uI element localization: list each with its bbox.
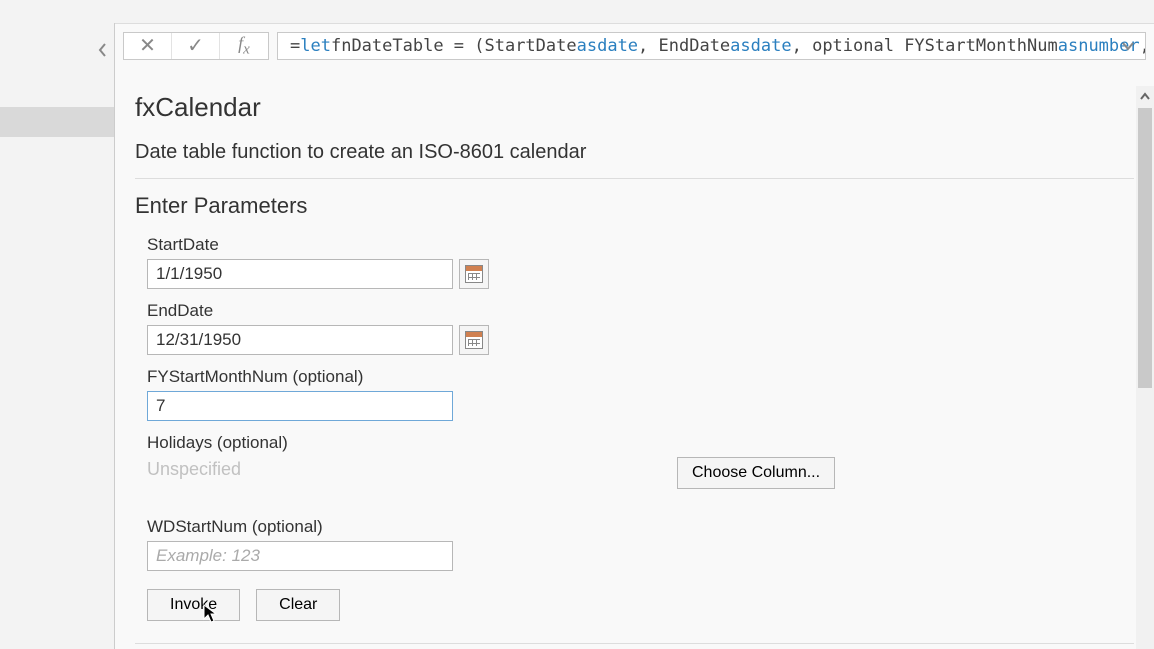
commit-formula-button[interactable]: ✓ xyxy=(172,33,220,59)
collapse-sidebar-button[interactable] xyxy=(93,40,113,60)
formula-text: fnDateTable = (StartDate xyxy=(331,36,577,56)
scroll-up-button[interactable] xyxy=(1136,86,1154,106)
param-label: StartDate xyxy=(147,235,1134,255)
top-spacer xyxy=(0,0,1154,23)
param-label: FYStartMonthNum (optional) xyxy=(147,367,1134,387)
param-holidays: Holidays (optional) Unspecified Choose C… xyxy=(147,433,1134,489)
formula-input[interactable]: = let fnDateTable = (StartDate as date ,… xyxy=(277,32,1146,60)
formula-kw: let xyxy=(300,36,331,56)
formula-kw: as xyxy=(577,36,597,56)
param-wdstart: WDStartNum (optional) xyxy=(147,517,1134,571)
param-label: WDStartNum (optional) xyxy=(147,517,1134,537)
formula-type: date xyxy=(597,36,638,56)
close-icon: ✕ xyxy=(139,33,156,58)
formula-text: , optional FYStartMonthNum xyxy=(792,36,1058,56)
formula-kw: as xyxy=(1058,36,1078,56)
cancel-formula-button[interactable]: ✕ xyxy=(124,33,172,59)
content: fxCalendar Date table function to create… xyxy=(115,84,1154,649)
param-startdate: StartDate xyxy=(147,235,1134,289)
formula-text: = xyxy=(290,36,300,56)
wdstart-input[interactable] xyxy=(147,541,453,571)
calendar-icon xyxy=(465,331,483,349)
startdate-input[interactable] xyxy=(147,259,453,289)
invoke-button[interactable]: Invoke xyxy=(147,589,240,621)
content-scroll: fxCalendar Date table function to create… xyxy=(115,84,1154,649)
formula-type: date xyxy=(751,36,792,56)
fystart-input[interactable] xyxy=(147,391,453,421)
param-fystart: FYStartMonthNum (optional) xyxy=(147,367,1134,421)
param-label: EndDate xyxy=(147,301,1134,321)
main-area: ✕ ✓ fx = let fnDateTable = (StartDate as… xyxy=(115,23,1154,649)
chevron-up-icon xyxy=(1139,91,1151,101)
calendar-icon xyxy=(465,265,483,283)
selected-query-row[interactable] xyxy=(0,107,114,137)
section-heading: Enter Parameters xyxy=(135,193,1134,219)
scroll-thumb[interactable] xyxy=(1138,108,1152,388)
expand-formula-button[interactable] xyxy=(1115,33,1141,59)
fx-button[interactable]: fx xyxy=(220,33,268,59)
formula-text: , EndDate xyxy=(638,36,730,56)
bottom-divider xyxy=(135,643,1134,644)
clear-button[interactable]: Clear xyxy=(256,589,340,621)
holidays-unspecified: Unspecified xyxy=(147,459,677,480)
action-row: Invoke Clear xyxy=(147,589,1134,621)
enddate-picker-button[interactable] xyxy=(459,325,489,355)
formula-kw: as xyxy=(730,36,750,56)
function-title: fxCalendar xyxy=(135,92,1134,123)
enddate-input[interactable] xyxy=(147,325,453,355)
formula-bar-buttons: ✕ ✓ fx xyxy=(123,32,269,60)
startdate-picker-button[interactable] xyxy=(459,259,489,289)
vertical-scrollbar[interactable] xyxy=(1136,86,1154,649)
fx-icon: fx xyxy=(238,33,250,59)
check-icon: ✓ xyxy=(187,33,204,58)
chevron-down-icon xyxy=(1121,41,1135,51)
function-description: Date table function to create an ISO-860… xyxy=(135,141,1134,164)
param-enddate: EndDate xyxy=(147,301,1134,355)
choose-column-button[interactable]: Choose Column... xyxy=(677,457,835,489)
param-label: Holidays (optional) xyxy=(147,433,1134,453)
queries-sidebar xyxy=(0,23,115,649)
divider xyxy=(135,178,1134,179)
formula-bar: ✕ ✓ fx = let fnDateTable = (StartDate as… xyxy=(115,24,1154,68)
